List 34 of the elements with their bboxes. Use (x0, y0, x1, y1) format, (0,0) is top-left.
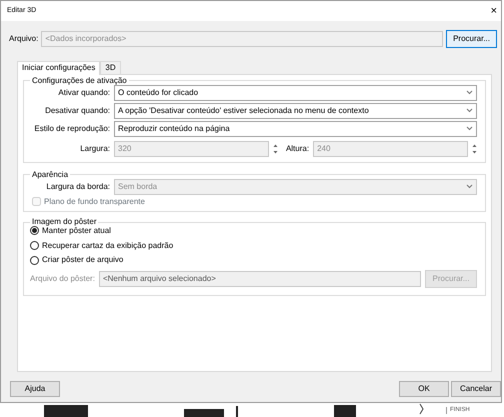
tab[interactable]: Iniciar configurações (17, 61, 100, 75)
close-button[interactable]: × (490, 6, 497, 16)
radio-button[interactable] (30, 226, 39, 236)
dropdown[interactable]: O conteúdo for clicado (114, 84, 477, 101)
field-label: Altura: (286, 144, 310, 154)
field-label: Largura: (79, 144, 110, 154)
radio-button[interactable] (30, 241, 39, 250)
chevron-icon (466, 90, 473, 96)
radio-label: Criar pôster de arquivo (42, 255, 124, 265)
radio-label: Manter pôster atual (42, 226, 111, 236)
field-label: Arquivo: (9, 34, 38, 44)
chevron-icon (466, 184, 473, 190)
group-title: Aparência (31, 170, 70, 179)
field-label: Ativar quando: (57, 88, 110, 98)
chevron-icon (466, 108, 473, 114)
field-label: Estilo de reprodução: (33, 124, 110, 134)
checkbox-label: Plano de fundo transparente (44, 196, 145, 206)
radio-label: Recuperar cartaz da exibição padrão (42, 240, 174, 250)
spinner-icon[interactable] (472, 142, 477, 155)
help-button[interactable]: Ajuda (10, 380, 60, 397)
field-label: Desativar quando: (44, 106, 110, 116)
group-title: Imagem do pôster (31, 218, 98, 226)
radio-button[interactable] (30, 256, 39, 265)
field-label: Arquivo do pôster: (30, 274, 95, 284)
field-label: Largura da borda: (45, 182, 110, 192)
chevron-icon (466, 126, 473, 132)
browse-button[interactable]: Procurar... (446, 30, 497, 48)
ok-button[interactable]: OK (399, 380, 449, 397)
dropdown[interactable]: Reproduzir conteúdo na página (114, 120, 477, 137)
dropdown[interactable]: A opção 'Desativar conteúdo' estiver selecionada no menu de contexto (114, 102, 477, 119)
spinner-icon[interactable] (272, 142, 278, 155)
cancel-button[interactable]: Cancelar (451, 380, 501, 397)
tab[interactable]: 3D (100, 61, 121, 74)
group-title: Configurações de ativação (31, 76, 128, 85)
